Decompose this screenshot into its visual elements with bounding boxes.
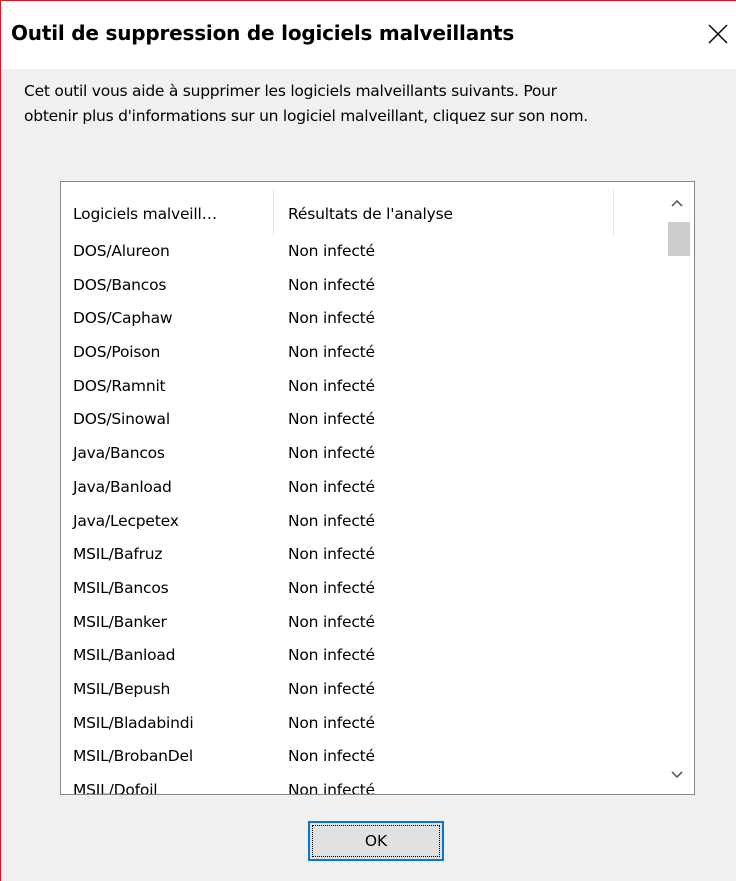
list-row[interactable]: MSIL/Bladabindi Non infecté [61, 708, 657, 742]
list-row[interactable]: DOS/Poison Non infecté [61, 337, 657, 371]
list-row[interactable]: DOS/Alureon Non infecté [61, 236, 657, 270]
list-row[interactable]: Java/Banload Non infecté [61, 472, 657, 506]
vertical-scrollbar[interactable] [660, 182, 694, 794]
scan-result: Non infecté [288, 275, 375, 294]
malware-list[interactable]: Logiciels malveill… Résultats de l'analy… [60, 181, 695, 795]
malware-name[interactable]: DOS/Poison [73, 343, 160, 361]
list-row[interactable]: MSIL/Dofoil Non infecté [61, 775, 657, 795]
list-row[interactable]: DOS/Sinowal Non infecté [61, 404, 657, 438]
scan-result: Non infecté [288, 545, 375, 564]
malware-name[interactable]: DOS/Alureon [73, 242, 170, 260]
malware-name[interactable]: Java/Banload [73, 478, 172, 496]
chevron-up-icon [671, 199, 683, 207]
scroll-thumb[interactable] [668, 222, 690, 256]
ok-button-label: OK [364, 832, 388, 850]
list-rows: DOS/Alureon Non infecté DOS/Bancos Non inf… [61, 236, 657, 795]
malware-name[interactable]: MSIL/Bladabindi [73, 714, 194, 732]
list-row[interactable]: DOS/Caphaw Non infecté [61, 303, 657, 337]
chevron-down-icon [671, 771, 683, 779]
malware-name[interactable]: MSIL/Banload [73, 646, 176, 664]
list-row[interactable]: Java/Lecpetex Non infecté [61, 506, 657, 540]
scan-result: Non infecté [288, 511, 375, 530]
list-row[interactable]: MSIL/BrobanDel Non infecté [61, 741, 657, 775]
column-divider[interactable] [613, 190, 614, 236]
malware-name[interactable]: Java/Bancos [73, 444, 165, 462]
list-row[interactable]: MSIL/Banker Non infecté [61, 607, 657, 641]
malware-name[interactable]: MSIL/Banker [73, 613, 167, 631]
scan-result: Non infecté [288, 747, 375, 766]
scan-result: Non infecté [288, 612, 375, 631]
malware-name[interactable]: MSIL/Bancos [73, 579, 169, 597]
malware-name[interactable]: MSIL/Bepush [73, 680, 170, 698]
title-bar: Outil de suppression de logiciels malvei… [1, 1, 736, 69]
scroll-down-button[interactable] [660, 762, 694, 790]
list-row[interactable]: DOS/Ramnit Non infecté [61, 371, 657, 405]
malware-name[interactable]: DOS/Caphaw [73, 309, 173, 327]
list-row[interactable]: MSIL/Bafruz Non infecté [61, 539, 657, 573]
scan-result: Non infecté [288, 646, 375, 665]
malware-name[interactable]: MSIL/BrobanDel [73, 747, 193, 765]
description-line-1: Cet outil vous aide à supprimer les logi… [24, 82, 557, 100]
malware-name[interactable]: DOS/Bancos [73, 276, 166, 294]
window-title: Outil de suppression de logiciels malvei… [11, 21, 515, 45]
scan-result: Non infecté [288, 376, 375, 395]
ok-button[interactable]: OK [308, 821, 444, 861]
description-text: Cet outil vous aide à supprimer les logi… [24, 79, 734, 129]
scan-result: Non infecté [288, 578, 375, 597]
malware-name[interactable]: MSIL/Bafruz [73, 545, 163, 563]
column-header-results[interactable]: Résultats de l'analyse [288, 182, 608, 236]
dialog-window: Outil de suppression de logiciels malvei… [0, 0, 736, 881]
list-row[interactable]: MSIL/Banload Non infecté [61, 640, 657, 674]
close-button[interactable] [702, 11, 736, 55]
list-row[interactable]: MSIL/Bancos Non infecté [61, 573, 657, 607]
list-header: Logiciels malveill… Résultats de l'analy… [61, 182, 657, 236]
scan-result: Non infecté [288, 242, 375, 260]
list-row[interactable]: Java/Bancos Non infecté [61, 438, 657, 472]
malware-name[interactable]: DOS/Ramnit [73, 377, 166, 395]
malware-name[interactable]: Java/Lecpetex [73, 512, 179, 530]
list-row[interactable]: MSIL/Bepush Non infecté [61, 674, 657, 708]
list-row[interactable]: DOS/Bancos Non infecté [61, 270, 657, 304]
malware-name[interactable]: MSIL/Dofoil [73, 781, 158, 794]
column-header-malware[interactable]: Logiciels malveill… [73, 182, 271, 236]
scan-result: Non infecté [288, 713, 375, 732]
scan-result: Non infecté [288, 477, 375, 496]
description-line-2: obtenir plus d'informations sur un logic… [24, 107, 588, 125]
scan-result: Non infecté [288, 679, 375, 698]
scroll-up-button[interactable] [660, 190, 694, 218]
scan-result: Non infecté [288, 343, 375, 362]
scan-result: Non infecté [288, 444, 375, 463]
scan-result: Non infecté [288, 309, 375, 328]
malware-name[interactable]: DOS/Sinowal [73, 410, 170, 428]
column-divider[interactable] [273, 190, 274, 236]
close-icon [708, 24, 728, 44]
scan-result: Non infecté [288, 410, 375, 429]
scan-result: Non infecté [288, 781, 375, 795]
